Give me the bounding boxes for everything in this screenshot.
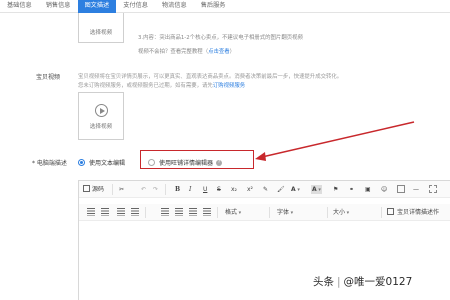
watermark-divider: | — [337, 276, 341, 288]
template-label: 宝贝详情描述作 — [397, 209, 440, 216]
undo-icon[interactable]: ↶ — [141, 185, 146, 194]
anchor-icon[interactable] — [429, 185, 437, 193]
editor-toolbar-row-1: 源码 ✂ ↶ ↷ B I U S x₂ x² ✎ 🖌 A A ⚑ ⚭ ▣ ☺ — — [79, 181, 450, 198]
clear-format-icon[interactable]: ✎ — [263, 185, 268, 194]
watermark-source: 头条 — [313, 276, 334, 288]
link-icon[interactable]: ⚭ — [349, 185, 354, 194]
source-code-label: 源码 — [92, 186, 105, 193]
strikethrough-button[interactable]: S — [217, 185, 221, 194]
watermark-author: @唯一爱0127 — [343, 276, 413, 288]
format-painter-icon[interactable]: 🖌 — [277, 185, 285, 194]
ordered-list-icon[interactable] — [87, 208, 95, 216]
toolbar-divider — [112, 184, 113, 195]
underline-button[interactable]: U — [203, 185, 207, 194]
emoji-icon[interactable]: ☺ — [381, 185, 387, 194]
align-left-icon[interactable] — [161, 208, 169, 216]
superscript-button[interactable]: x² — [247, 185, 253, 194]
table-icon[interactable] — [397, 185, 405, 193]
font-dropdown[interactable]: 字体 — [277, 208, 293, 217]
highlight-color-icon[interactable]: A — [311, 185, 322, 194]
italic-button[interactable]: I — [189, 185, 191, 194]
indent-icon[interactable] — [131, 208, 139, 216]
cut-icon[interactable]: ✂ — [119, 185, 124, 194]
font-color-icon[interactable]: A — [291, 185, 300, 194]
flag-icon[interactable]: ⚑ — [333, 185, 338, 194]
redo-icon[interactable]: ↷ — [153, 185, 158, 194]
align-center-icon[interactable] — [175, 208, 183, 216]
font-size-dropdown[interactable]: 大小 — [333, 208, 349, 217]
image-icon[interactable]: ▣ — [365, 185, 371, 194]
template-icon — [387, 208, 394, 215]
align-right-icon[interactable] — [189, 208, 197, 216]
toolbar-divider — [217, 207, 218, 218]
template-button[interactable]: 宝贝详情描述作 — [387, 208, 439, 217]
watermark: 头条 | @唯一爱0127 — [313, 274, 412, 289]
toolbar-divider — [327, 207, 328, 218]
toolbar-divider — [269, 207, 270, 218]
source-code-icon — [83, 185, 90, 192]
toolbar-divider — [381, 207, 382, 218]
source-code-button[interactable]: 源码 — [83, 185, 104, 194]
align-justify-icon[interactable] — [203, 208, 211, 216]
toolbar-divider — [145, 207, 146, 218]
editor-toolbar-row-2: 格式 字体 大小 宝贝详情描述作 — [79, 204, 450, 221]
horizontal-rule-icon[interactable]: — — [413, 185, 419, 194]
unordered-list-icon[interactable] — [101, 208, 109, 216]
toolbar-divider — [165, 184, 166, 195]
format-dropdown[interactable]: 格式 — [225, 208, 241, 217]
subscript-button[interactable]: x₂ — [231, 185, 237, 194]
outdent-icon[interactable] — [117, 208, 125, 216]
bold-button[interactable]: B — [175, 185, 180, 194]
